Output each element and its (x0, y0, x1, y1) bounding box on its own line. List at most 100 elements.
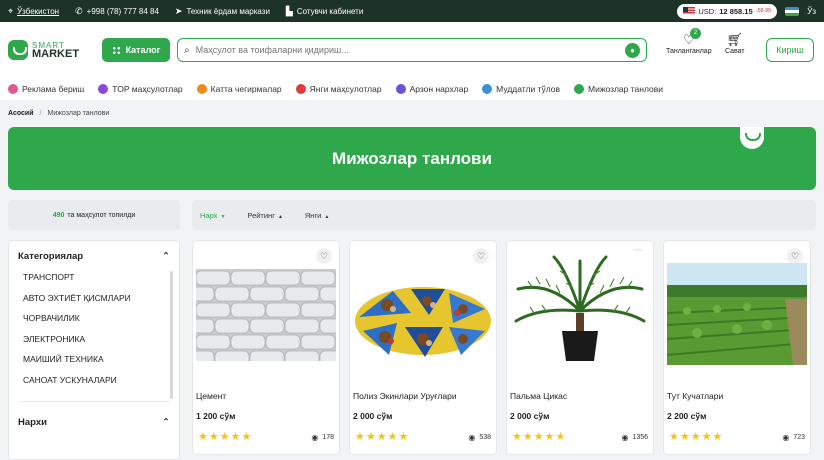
product-rating-stars: ★★★★★ (512, 431, 567, 443)
eye-icon: ◉ (468, 433, 476, 442)
product-image-cement-bags[interactable] (196, 269, 336, 361)
sort-bar: Нарх ▼ Рейтинг ▲ Янги ▲ (192, 200, 816, 230)
currency-rate[interactable]: USD: 12 858.15 -58.95 (677, 3, 778, 19)
heart-icon[interactable]: ♡ (316, 248, 332, 264)
percent-icon (196, 84, 207, 94)
product-name[interactable]: Полиз Экинлари Уруғлари (353, 391, 457, 401)
promo-advertise[interactable]: Реклама бериш (8, 84, 84, 94)
product-name[interactable]: Тут Кучатлари (667, 391, 723, 401)
support-label[interactable]: Техник ёрдам маркази (186, 7, 269, 16)
promo-label: Мижозлар танлови (588, 84, 663, 94)
category-item[interactable]: ЧОРВАЧИЛИК (23, 313, 179, 334)
seller-cabinet-link[interactable]: ▙ Сотувчи кабинети (286, 6, 363, 17)
breadcrumb-separator: / (39, 109, 42, 117)
support-link[interactable]: ➤ Техник ёрдам маркази (175, 6, 270, 17)
calendar-icon (482, 84, 493, 94)
phone-contact[interactable]: ✆ +998 (78) 777 84 84 (75, 6, 159, 17)
product-views-count: 1356 (632, 434, 648, 441)
logo[interactable]: SMART MARKET (8, 40, 100, 60)
product-rating-stars: ★★★★★ (669, 431, 724, 443)
currency-label: USD: (698, 6, 717, 16)
product-image-mulberry-field[interactable] (667, 263, 807, 365)
promo-installments[interactable]: Муддатли тўлов (482, 84, 560, 94)
promo-label: Реклама бериш (22, 84, 85, 94)
product-views-count: 538 (479, 434, 491, 441)
language-selector[interactable]: Ўз (807, 7, 816, 16)
product-card[interactable]: ♡ Цемент 1 200 сўм ★★★★★ ◉ 178 (192, 240, 340, 455)
product-name[interactable]: Цемент (196, 391, 226, 401)
chevron-up-icon[interactable]: ⌃ (162, 251, 170, 262)
product-card[interactable]: ♡ Пальма Цикас 2 000 сўм ★★★★★ ◉1356 (506, 240, 654, 455)
sort-new-label: Янги (304, 210, 322, 220)
category-item[interactable]: ЭЛЕКТРОНИКА (23, 334, 179, 355)
promo-top-products[interactable]: TOP маҳсулотлар (98, 84, 183, 94)
phone-number[interactable]: +998 (78) 777 84 84 (87, 7, 159, 16)
categories-header[interactable]: Категориялар ⌃ (9, 241, 179, 262)
search-icon: ⌕ (184, 44, 190, 56)
results-count-number: 490 (52, 211, 65, 219)
login-button[interactable]: Кириш (766, 38, 814, 62)
eye-icon: ◉ (311, 433, 319, 442)
product-card[interactable]: ♡ Полиз Экинлари Уруғлари 2 000 сўм ★★★★… (349, 240, 497, 455)
currency-rate-delta: -58.95 (755, 8, 772, 14)
filter-sidebar: Категориялар ⌃ ТРАНСПОРТ АВТО ЭХТИЁТ ҚИС… (8, 240, 180, 460)
location-pin-icon: ⌖ (8, 5, 14, 16)
product-card[interactable]: ♡ Тут Кучатлари 2 200 сўм ★★★★★ ◉ 723 (663, 240, 811, 455)
breadcrumb-home[interactable]: Асосий (8, 110, 34, 117)
category-item[interactable]: ТРАНСПОРТ (23, 272, 179, 293)
search-bar: ⌕ ● (177, 38, 647, 62)
cart-label: Сават (725, 48, 745, 55)
categories-title: Категориялар (18, 251, 84, 262)
shop-icon: ▙ (285, 5, 293, 16)
category-item[interactable]: МАИШИЙ ТЕХНИКА (23, 354, 179, 375)
product-views: ◉ 1356 (621, 433, 648, 442)
promo-label: Муддатли тўлов (496, 84, 560, 94)
sort-by-price[interactable]: Нарх ▼ (200, 211, 225, 220)
cart-button[interactable]: 🛒︎ Сават (725, 32, 745, 55)
catalog-label: Каталог (125, 45, 161, 55)
product-image-seed-assortment[interactable] (353, 269, 493, 361)
price-filter-title: Нархи (18, 417, 47, 428)
favorites-button[interactable]: ♡ 2 Танланганлар (666, 28, 712, 55)
sort-by-new[interactable]: Янги ▲ (305, 211, 329, 220)
promo-cheap-prices[interactable]: Арзон нархлар (395, 84, 469, 94)
search-input[interactable] (195, 45, 619, 55)
product-name[interactable]: Пальма Цикас (510, 391, 567, 401)
favorites-label: Танланганлар (666, 48, 712, 55)
results-count-text: та маҳсулот топилди (67, 211, 136, 219)
divider (18, 401, 170, 402)
phone-icon: ✆ (75, 5, 83, 16)
heart-icon[interactable]: ♡ (473, 248, 489, 264)
heart-icon[interactable]: ♡ (787, 248, 803, 264)
product-price: 1 200 сўм (196, 411, 236, 421)
top-bar: ⌖ Ўзбекистон ✆ +998 (78) 777 84 84 ➤ Тех… (0, 0, 824, 22)
caret-up-icon: ▲ (277, 213, 283, 220)
category-item[interactable]: АВТО ЭХТИЁТ ҚИСМЛАРИ (23, 293, 179, 314)
promo-new-products[interactable]: Янги маҳсулотлар (295, 84, 382, 94)
promo-big-discounts[interactable]: Катта чегирмалар (196, 84, 282, 94)
logo-smile-icon (8, 40, 28, 60)
category-scrollbar[interactable] (170, 271, 173, 399)
microphone-icon[interactable]: ● (625, 42, 640, 58)
promo-nav: Реклама бериш TOP маҳсулотлар Катта чеги… (0, 78, 824, 100)
megaphone-icon (8, 84, 18, 94)
results-count: 490 та маҳсулот топилди (8, 200, 180, 230)
category-item[interactable]: САНОАТ УСКУНАЛАРИ (23, 375, 179, 396)
promo-label: Арзон нархлар (409, 84, 469, 94)
location-label[interactable]: Ўзбекистон (17, 7, 59, 16)
sort-by-rating[interactable]: Рейтинг ▲ (247, 211, 283, 220)
price-filter-header[interactable]: Нархи ⌃ (18, 417, 170, 428)
thumbs-up-icon (574, 84, 584, 94)
product-price: 2 200 сўм (667, 411, 707, 421)
heart-icon: ♡ (682, 32, 695, 47)
logo-bottom-text: MARKET (32, 48, 80, 60)
location-selector[interactable]: ⌖ Ўзбекистон (8, 6, 59, 17)
uzbekistan-flag-icon[interactable] (785, 6, 800, 16)
chevron-up-icon[interactable]: ⌃ (162, 417, 170, 428)
promo-customer-choice[interactable]: Мижозлар танлови (574, 84, 663, 94)
seller-cabinet-label[interactable]: Сотувчи кабинети (297, 7, 363, 16)
page-title: Мижозлар танлови (332, 148, 492, 168)
promo-label: Катта чегирмалар (210, 84, 282, 94)
catalog-button[interactable]: Каталог (102, 38, 170, 62)
product-image-cycas-palm[interactable] (510, 251, 650, 363)
